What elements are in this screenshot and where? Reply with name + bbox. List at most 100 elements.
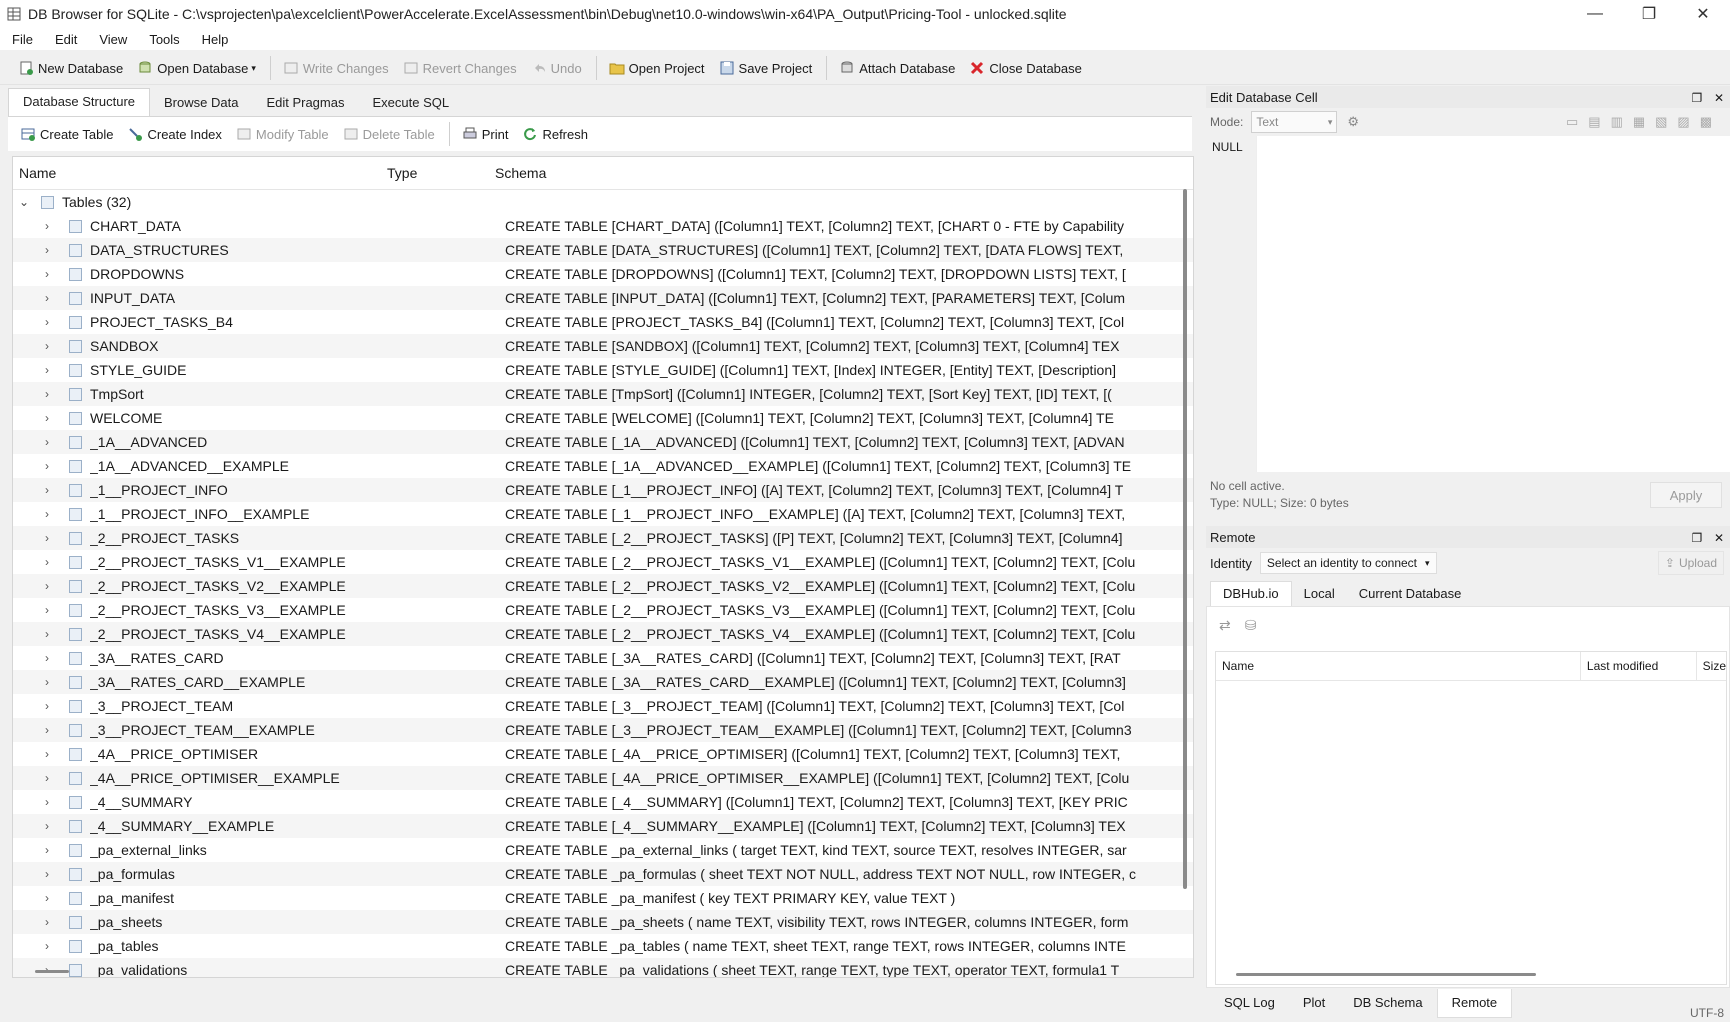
chevron-right-icon[interactable]: ›	[45, 747, 59, 761]
tab-remote[interactable]: Remote	[1436, 988, 1513, 1018]
upload-button[interactable]: ⇪ Upload	[1657, 551, 1724, 575]
table-row[interactable]: › _3__PROJECT_TEAM CREATE TABLE [_3__PROJE…	[13, 694, 1193, 718]
chevron-right-icon[interactable]: ›	[45, 531, 59, 545]
menu-help[interactable]: Help	[190, 32, 239, 47]
table-row[interactable]: › STYLE_GUIDE CREATE TABLE [STYLE_GUIDE] (…	[13, 358, 1193, 382]
vertical-scrollbar[interactable]	[1183, 189, 1187, 889]
tab-sql-log[interactable]: SQL Log	[1210, 989, 1289, 1017]
close-database-button[interactable]: Close Database	[963, 55, 1090, 81]
cell-editor[interactable]: NULL	[1206, 136, 1730, 472]
menu-view[interactable]: View	[87, 32, 137, 47]
chevron-right-icon[interactable]: ›	[45, 771, 59, 785]
chevron-right-icon[interactable]: ›	[45, 939, 59, 953]
table-row[interactable]: › _pa_formulas CREATE TABLE _pa_formulas (…	[13, 862, 1193, 886]
table-row[interactable]: › _1A__ADVANCED__EXAMPLE CREATE TABLE [_1A…	[13, 454, 1193, 478]
chevron-right-icon[interactable]: ›	[45, 723, 59, 737]
column-header-name[interactable]: Name	[1216, 652, 1581, 680]
chevron-right-icon[interactable]: ›	[45, 627, 59, 641]
horizontal-scrollbar[interactable]	[35, 970, 69, 973]
chevron-right-icon[interactable]: ›	[45, 843, 59, 857]
tab-database-structure[interactable]: Database Structure	[8, 88, 151, 116]
column-header-schema[interactable]: Schema	[493, 165, 1193, 181]
tab-current-database[interactable]: Current Database	[1347, 582, 1474, 606]
refresh-button[interactable]: Refresh	[516, 121, 596, 147]
chevron-right-icon[interactable]: ›	[45, 915, 59, 929]
create-index-button[interactable]: Create Index	[121, 121, 229, 147]
open-project-button[interactable]: Open Project	[603, 55, 713, 81]
remote-file-list[interactable]: Name Last modified Size	[1215, 651, 1727, 985]
chevron-right-icon[interactable]: ›	[45, 339, 59, 353]
table-row[interactable]: › SANDBOX CREATE TABLE [SANDBOX] ([Column1…	[13, 334, 1193, 358]
chevron-right-icon[interactable]: ›	[45, 483, 59, 497]
table-row[interactable]: › _1__PROJECT_INFO CREATE TABLE [_1__PROJE…	[13, 478, 1193, 502]
chevron-right-icon[interactable]: ›	[45, 363, 59, 377]
delete-table-button[interactable]: Delete Table	[337, 121, 443, 147]
chevron-right-icon[interactable]: ›	[45, 219, 59, 233]
table-row[interactable]: › _4__SUMMARY CREATE TABLE [_4__SUMMARY] (…	[13, 790, 1193, 814]
new-database-button[interactable]: New Database	[12, 55, 131, 81]
column-header-size[interactable]: Size	[1697, 659, 1726, 673]
table-row[interactable]: › _4A__PRICE_OPTIMISER CREATE TABLE [_4A__…	[13, 742, 1193, 766]
chevron-right-icon[interactable]: ›	[45, 819, 59, 833]
table-row[interactable]: › _2__PROJECT_TASKS_V3__EXAMPLE CREATE TAB…	[13, 598, 1193, 622]
save-project-button[interactable]: Save Project	[713, 55, 821, 81]
write-changes-button[interactable]: Write Changes	[277, 55, 397, 81]
chevron-right-icon[interactable]: ›	[45, 267, 59, 281]
open-database-button[interactable]: Open Database ▾	[131, 55, 264, 81]
horizontal-scrollbar[interactable]	[1236, 973, 1536, 976]
table-row[interactable]: › _3A__RATES_CARD CREATE TABLE [_3A__RATES…	[13, 646, 1193, 670]
table-row[interactable]: › _2__PROJECT_TASKS_V2__EXAMPLE CREATE TAB…	[13, 574, 1193, 598]
table-row[interactable]: › _3__PROJECT_TEAM__EXAMPLE CREATE TABLE […	[13, 718, 1193, 742]
create-table-button[interactable]: Create Table	[14, 121, 121, 147]
modify-table-button[interactable]: Modify Table	[230, 121, 337, 147]
chevron-right-icon[interactable]: ›	[45, 387, 59, 401]
menu-file[interactable]: File	[0, 32, 43, 47]
apply-button[interactable]: Apply	[1650, 482, 1722, 508]
chevron-down-icon[interactable]: ⌄	[19, 195, 35, 209]
clone-icon[interactable]: ⛁	[1245, 617, 1257, 634]
sync-icon[interactable]: ⇄	[1219, 617, 1231, 634]
tab-plot[interactable]: Plot	[1289, 989, 1339, 1017]
table-row[interactable]: › _4__SUMMARY__EXAMPLE CREATE TABLE [_4__S…	[13, 814, 1193, 838]
float-dock-icon[interactable]: ❐	[1692, 91, 1703, 105]
table-row[interactable]: › PROJECT_TASKS_B4 CREATE TABLE [PROJECT_T…	[13, 310, 1193, 334]
tab-edit-pragmas[interactable]: Edit Pragmas	[252, 90, 358, 116]
minimize-button[interactable]: —	[1568, 0, 1622, 28]
table-row[interactable]: › _pa_tables CREATE TABLE _pa_tables ( nam…	[13, 934, 1193, 958]
table-row[interactable]: › DROPDOWNS CREATE TABLE [DROPDOWNS] ([Col…	[13, 262, 1193, 286]
chevron-right-icon[interactable]: ›	[45, 603, 59, 617]
chevron-right-icon[interactable]: ›	[45, 699, 59, 713]
column-header-name[interactable]: Name	[13, 165, 375, 181]
table-row[interactable]: › TmpSort CREATE TABLE [TmpSort] ([Column1…	[13, 382, 1193, 406]
tab-browse-data[interactable]: Browse Data	[150, 90, 252, 116]
chevron-right-icon[interactable]: ›	[45, 291, 59, 305]
revert-changes-button[interactable]: Revert Changes	[397, 55, 525, 81]
chevron-right-icon[interactable]: ›	[45, 435, 59, 449]
chevron-right-icon[interactable]: ›	[45, 243, 59, 257]
table-row[interactable]: › DATA_STRUCTURES CREATE TABLE [DATA_STRUC…	[13, 238, 1193, 262]
chevron-right-icon[interactable]: ›	[45, 459, 59, 473]
chevron-right-icon[interactable]: ›	[45, 315, 59, 329]
chevron-down-icon[interactable]: ▾	[251, 63, 256, 74]
chevron-right-icon[interactable]: ›	[45, 891, 59, 905]
column-header-last-modified[interactable]: Last modified	[1581, 652, 1697, 680]
auto-format-icon[interactable]: ⚙	[1347, 114, 1359, 130]
table-row[interactable]: › _4A__PRICE_OPTIMISER__EXAMPLE CREATE TAB…	[13, 766, 1193, 790]
table-row[interactable]: › WELCOME CREATE TABLE [WELCOME] ([Column1…	[13, 406, 1193, 430]
menu-edit[interactable]: Edit	[43, 32, 87, 47]
tree-root-tables[interactable]: ⌄ Tables (32)	[13, 190, 1193, 214]
table-row[interactable]: › _1__PROJECT_INFO__EXAMPLE CREATE TABLE […	[13, 502, 1193, 526]
tab-db-schema[interactable]: DB Schema	[1339, 989, 1436, 1017]
mode-select[interactable]: Text ▾	[1251, 111, 1338, 133]
column-header-type[interactable]: Type	[375, 165, 493, 181]
print-button[interactable]: Print	[456, 121, 517, 147]
attach-database-button[interactable]: Attach Database	[833, 55, 963, 81]
close-window-button[interactable]: ✕	[1676, 0, 1730, 28]
table-row[interactable]: › _1A__ADVANCED CREATE TABLE [_1A__ADVANCE…	[13, 430, 1193, 454]
table-row[interactable]: › _pa_external_links CREATE TABLE _pa_exte…	[13, 838, 1193, 862]
tab-local[interactable]: Local	[1292, 582, 1347, 606]
table-row[interactable]: › INPUT_DATA CREATE TABLE [INPUT_DATA] ([C…	[13, 286, 1193, 310]
menu-tools[interactable]: Tools	[137, 32, 189, 47]
float-dock-icon[interactable]: ❐	[1692, 531, 1703, 545]
undo-button[interactable]: Undo	[525, 55, 590, 81]
